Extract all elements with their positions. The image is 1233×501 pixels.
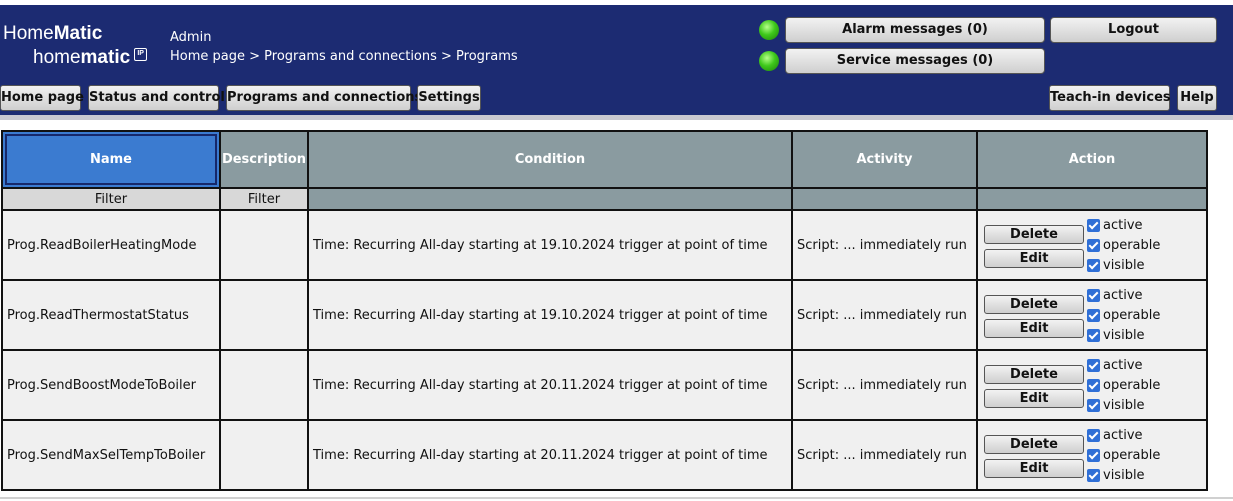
bottom-divider	[0, 497, 1233, 499]
table-row[interactable]: Prog.ReadBoilerHeatingMode Time: Recurrin…	[1, 209, 1208, 281]
alarm-messages-button[interactable]: Alarm messages (0)	[785, 17, 1045, 43]
filter-spacer	[976, 187, 1208, 211]
homematic-ip-logo: home matic IP	[33, 47, 148, 69]
program-actions: Delete Edit active operable visible	[976, 419, 1208, 491]
checked-icon	[1087, 379, 1100, 392]
alarm-status-led-icon	[759, 20, 779, 40]
program-condition: Time: Recurring All-day starting at 19.1…	[307, 209, 793, 281]
filter-spacer	[791, 187, 978, 211]
active-checkbox[interactable]: active	[1087, 358, 1143, 373]
nav-status-and-control[interactable]: Status and control	[88, 85, 225, 111]
nav-programs-and-connections[interactable]: Programs and connections	[226, 85, 422, 111]
program-description	[219, 209, 309, 281]
program-condition: Time: Recurring All-day starting at 20.1…	[307, 419, 793, 491]
checked-icon	[1087, 289, 1100, 302]
checked-icon	[1087, 359, 1100, 372]
visible-checkbox[interactable]: visible	[1087, 328, 1145, 343]
visible-checkbox[interactable]: visible	[1087, 468, 1145, 483]
operable-checkbox[interactable]: operable	[1087, 378, 1160, 393]
nav-home-page[interactable]: Home page	[0, 85, 84, 111]
logout-button[interactable]: Logout	[1050, 17, 1217, 43]
program-actions: Delete Edit active operable visible	[976, 209, 1208, 281]
edit-button[interactable]: Edit	[984, 459, 1084, 478]
operable-checkbox[interactable]: operable	[1087, 308, 1160, 323]
program-activity: Script: ... immediately run	[791, 209, 978, 281]
column-header-action: Action	[976, 130, 1208, 189]
program-condition: Time: Recurring All-day starting at 19.1…	[307, 279, 793, 351]
program-actions: Delete Edit active operable visible	[976, 279, 1208, 351]
visible-checkbox[interactable]: visible	[1087, 258, 1145, 273]
filter-description[interactable]: Filter	[219, 187, 309, 211]
column-header-activity[interactable]: Activity	[791, 130, 978, 189]
service-messages-button[interactable]: Service messages (0)	[785, 48, 1045, 74]
ip-badge: IP	[134, 47, 148, 61]
program-description	[219, 279, 309, 351]
checked-icon	[1087, 399, 1100, 412]
checked-icon	[1087, 259, 1100, 272]
checked-icon	[1087, 429, 1100, 442]
column-header-description[interactable]: Description	[219, 130, 309, 189]
active-checkbox[interactable]: active	[1087, 288, 1143, 303]
program-name[interactable]: Prog.SendBoostModeToBoiler	[1, 349, 221, 421]
edit-button[interactable]: Edit	[984, 389, 1084, 408]
checked-icon	[1087, 469, 1100, 482]
checked-icon	[1087, 449, 1100, 462]
checked-icon	[1087, 309, 1100, 322]
column-header-name[interactable]: Name	[1, 130, 221, 189]
program-description	[219, 419, 309, 491]
nav-settings[interactable]: Settings	[417, 85, 481, 111]
checked-icon	[1087, 329, 1100, 342]
service-status-led-icon	[759, 51, 779, 71]
program-activity: Script: ... immediately run	[791, 279, 978, 351]
operable-checkbox[interactable]: operable	[1087, 238, 1160, 253]
filter-spacer	[307, 187, 793, 211]
program-actions: Delete Edit active operable visible	[976, 349, 1208, 421]
breadcrumb: Home page > Programs and connections > P…	[170, 49, 518, 64]
checked-icon	[1087, 239, 1100, 252]
operable-checkbox[interactable]: operable	[1087, 448, 1160, 463]
program-name[interactable]: Prog.SendMaxSelTempToBoiler	[1, 419, 221, 491]
table-row[interactable]: Prog.SendBoostModeToBoiler Time: Recurrin…	[1, 349, 1208, 421]
program-name[interactable]: Prog.ReadBoilerHeatingMode	[1, 209, 221, 281]
table-row[interactable]: Prog.ReadThermostatStatus Time: Recurring…	[1, 279, 1208, 351]
filter-name[interactable]: Filter	[1, 187, 221, 211]
username: Admin	[170, 30, 212, 45]
program-activity: Script: ... immediately run	[791, 419, 978, 491]
help-button[interactable]: Help	[1177, 85, 1217, 111]
delete-button[interactable]: Delete	[984, 435, 1084, 454]
active-checkbox[interactable]: active	[1087, 428, 1143, 443]
program-description	[219, 349, 309, 421]
teach-in-devices-button[interactable]: Teach-in devices	[1049, 85, 1171, 111]
visible-checkbox[interactable]: visible	[1087, 398, 1145, 413]
checked-icon	[1087, 219, 1100, 232]
program-activity: Script: ... immediately run	[791, 349, 978, 421]
column-header-condition[interactable]: Condition	[307, 130, 793, 189]
edit-button[interactable]: Edit	[984, 319, 1084, 338]
programs-table: Name Description Condition Activity Acti…	[1, 130, 1208, 491]
delete-button[interactable]: Delete	[984, 365, 1084, 384]
delete-button[interactable]: Delete	[984, 295, 1084, 314]
homematic-logo: HomeMatic	[3, 23, 103, 44]
edit-button[interactable]: Edit	[984, 249, 1084, 268]
program-condition: Time: Recurring All-day starting at 20.1…	[307, 349, 793, 421]
table-row[interactable]: Prog.SendMaxSelTempToBoiler Time: Recurri…	[1, 419, 1208, 491]
header-divider	[0, 115, 1233, 120]
delete-button[interactable]: Delete	[984, 225, 1084, 244]
program-name[interactable]: Prog.ReadThermostatStatus	[1, 279, 221, 351]
top-header: HomeMatic home matic IP Admin Home page > …	[0, 5, 1233, 115]
active-checkbox[interactable]: active	[1087, 218, 1143, 233]
